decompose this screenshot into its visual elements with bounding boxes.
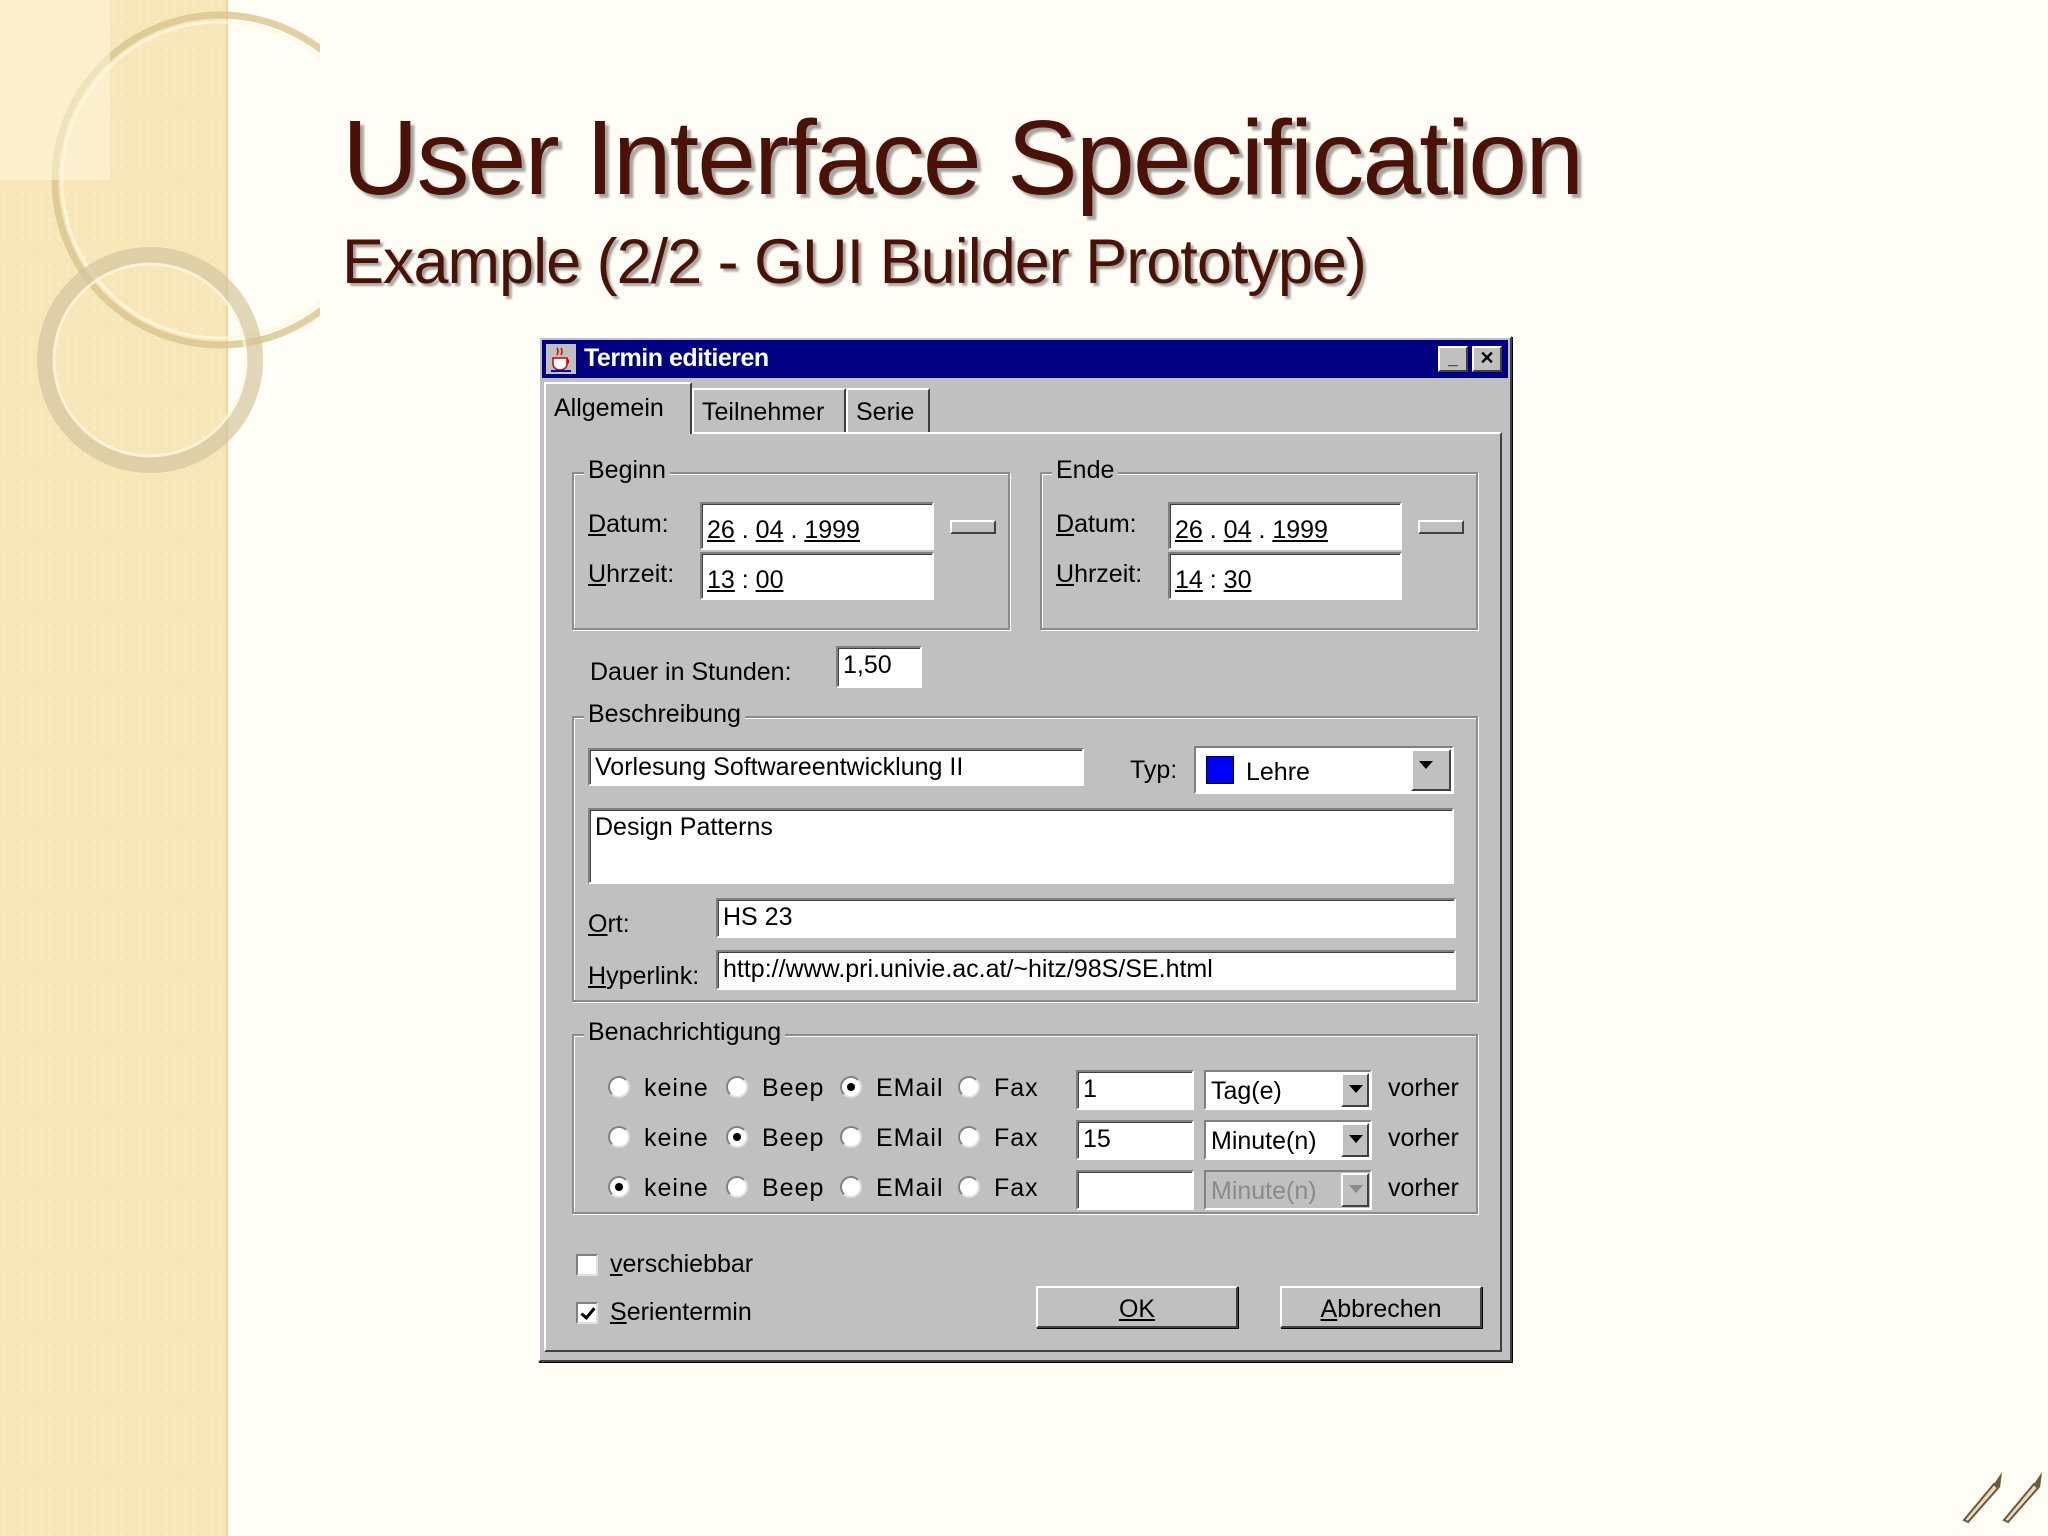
radio-email[interactable] xyxy=(840,1076,862,1098)
notification-unit-select[interactable]: Minute(n) xyxy=(1204,1120,1372,1160)
notification-unit-value: Tag(e) xyxy=(1211,1077,1282,1105)
chevron-down-icon[interactable] xyxy=(1341,1073,1369,1107)
close-button[interactable]: ✕ xyxy=(1472,346,1502,372)
notification-amount-field[interactable]: 1 xyxy=(1076,1070,1194,1110)
begin-legend: Beginn xyxy=(584,456,670,485)
slide-subtitle: Example (2/2 - GUI Builder Prototype) xyxy=(342,227,1367,297)
duration-field[interactable]: 1,50 xyxy=(836,646,922,688)
ok-button[interactable]: OK xyxy=(1036,1286,1238,1328)
notification-row: keine Beep EMail Fax 1 Tag(e) vorher xyxy=(574,1070,1474,1110)
type-value: Lehre xyxy=(1246,758,1310,786)
notification-suffix: vorher xyxy=(1388,1074,1459,1102)
decorative-circles xyxy=(0,0,320,473)
end-group: Ende Datum: Uhrzeit: 26 . 04 . 1999 14 :… xyxy=(1040,456,1478,630)
type-select[interactable]: Lehre xyxy=(1194,746,1454,794)
dialog-titlebar[interactable]: Termin editieren _ ✕ xyxy=(542,340,1508,378)
radio-label-keine: keine xyxy=(644,1124,709,1152)
radio-label-keine: keine xyxy=(644,1074,709,1102)
radio-beep[interactable] xyxy=(726,1176,748,1198)
location-field[interactable]: HS 23 xyxy=(716,898,1456,938)
notification-legend: Benachrichtigung xyxy=(584,1018,786,1047)
radio-label-beep: Beep xyxy=(762,1074,825,1102)
notification-amount-field[interactable]: 15 xyxy=(1076,1120,1194,1160)
movable-checkbox[interactable] xyxy=(576,1254,598,1276)
radio-beep[interactable] xyxy=(726,1076,748,1098)
radio-label-fax: Fax xyxy=(994,1124,1039,1152)
end-date-field[interactable]: 26 . 04 . 1999 xyxy=(1168,502,1402,550)
series-label: Serientermin xyxy=(610,1298,752,1326)
duration-label: Dauer in Stunden: xyxy=(590,658,792,686)
end-date-picker-button[interactable] xyxy=(1418,520,1464,534)
minimize-icon: _ xyxy=(1447,348,1458,368)
radio-label-email: EMail xyxy=(876,1174,944,1202)
radio-keine[interactable] xyxy=(608,1126,630,1148)
notification-unit-value: Minute(n) xyxy=(1211,1127,1317,1155)
description-group: Beschreibung Vorlesung Softwareentwicklu… xyxy=(572,700,1478,1002)
description-text-area[interactable]: Design Patterns xyxy=(588,808,1454,884)
dialog-window: Termin editieren _ ✕ Allgemein Teilnehme… xyxy=(538,336,1512,1362)
end-time-field[interactable]: 14 : 30 xyxy=(1168,552,1402,600)
notification-suffix: vorher xyxy=(1388,1124,1459,1152)
radio-fax[interactable] xyxy=(958,1076,980,1098)
begin-date-label: Datum: xyxy=(588,510,669,538)
hyperlink-label: Hyperlink: xyxy=(588,962,700,990)
series-checkbox[interactable] xyxy=(576,1302,598,1324)
radio-label-email: EMail xyxy=(876,1124,944,1152)
chevron-down-icon xyxy=(1341,1173,1369,1207)
radio-email[interactable] xyxy=(840,1126,862,1148)
tab-teilnehmer[interactable]: Teilnehmer xyxy=(692,388,846,432)
radio-label-keine: keine xyxy=(644,1174,709,1202)
end-legend: Ende xyxy=(1052,456,1119,485)
notification-amount-field[interactable] xyxy=(1076,1170,1194,1210)
radio-fax[interactable] xyxy=(958,1126,980,1148)
notification-unit-select[interactable]: Tag(e) xyxy=(1204,1070,1372,1110)
chevron-down-icon[interactable] xyxy=(1341,1123,1369,1157)
begin-date-picker-button[interactable] xyxy=(950,520,996,534)
quill-pens-icon xyxy=(1962,1472,2042,1524)
begin-date-field[interactable]: 26 . 04 . 1999 xyxy=(700,502,934,550)
cancel-button[interactable]: Abbrechen xyxy=(1280,1286,1482,1328)
type-label: Typ: xyxy=(1130,756,1178,784)
end-date-label: Datum: xyxy=(1056,510,1137,538)
begin-time-field[interactable]: 13 : 00 xyxy=(700,552,934,600)
tab-allgemein[interactable]: Allgemein xyxy=(544,382,692,434)
description-title-field[interactable]: Vorlesung Softwareentwicklung II xyxy=(588,748,1084,786)
begin-group: Beginn Datum: Uhrzeit: 26 . 04 . 1999 13… xyxy=(572,456,1010,630)
end-time-label: Uhrzeit: xyxy=(1056,560,1143,588)
notification-row: keine Beep EMail Fax 15 Minute(n) vorher xyxy=(574,1120,1474,1160)
type-color-swatch xyxy=(1206,756,1234,784)
minimize-button[interactable]: _ xyxy=(1438,346,1468,372)
close-icon: ✕ xyxy=(1479,348,1495,368)
notification-unit-value: Minute(n) xyxy=(1211,1177,1317,1205)
java-cup-icon xyxy=(546,344,576,374)
notification-group: Benachrichtigung keine Beep EMail Fax 1 Tag(e… xyxy=(572,1018,1478,1214)
radio-label-beep: Beep xyxy=(762,1174,825,1202)
location-label: Ort: xyxy=(588,910,630,938)
tab-serie[interactable]: Serie xyxy=(846,388,930,432)
radio-label-email: EMail xyxy=(876,1074,944,1102)
notification-suffix: vorher xyxy=(1388,1174,1459,1202)
radio-beep[interactable] xyxy=(726,1126,748,1148)
begin-time-label: Uhrzeit: xyxy=(588,560,675,588)
radio-keine[interactable] xyxy=(608,1176,630,1198)
radio-email[interactable] xyxy=(840,1176,862,1198)
description-legend: Beschreibung xyxy=(584,700,745,729)
notification-row: keine Beep EMail Fax Minute(n) vorher xyxy=(574,1170,1474,1210)
dialog-title: Termin editieren xyxy=(584,344,769,372)
radio-keine[interactable] xyxy=(608,1076,630,1098)
chevron-down-icon[interactable] xyxy=(1411,749,1451,791)
radio-fax[interactable] xyxy=(958,1176,980,1198)
hyperlink-field[interactable]: http://www.pri.univie.ac.at/~hitz/98S/SE… xyxy=(716,950,1456,990)
movable-label: verschiebbar xyxy=(610,1250,754,1278)
notification-unit-select: Minute(n) xyxy=(1204,1170,1372,1210)
radio-label-fax: Fax xyxy=(994,1074,1039,1102)
radio-label-beep: Beep xyxy=(762,1124,825,1152)
tab-panel-allgemein: Beginn Datum: Uhrzeit: 26 . 04 . 1999 13… xyxy=(544,432,1502,1352)
radio-label-fax: Fax xyxy=(994,1174,1039,1202)
slide-title: User Interface Specification xyxy=(342,99,1584,217)
